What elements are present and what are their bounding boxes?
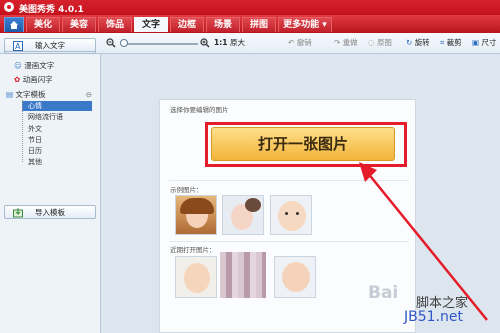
recent-thumb-1[interactable] xyxy=(175,256,217,298)
rotate-label: 旋转 xyxy=(414,38,430,47)
text-input-icon: A xyxy=(13,41,23,51)
import-template-button[interactable]: 导入模板 xyxy=(4,205,96,219)
zoom-out-icon[interactable] xyxy=(106,38,116,48)
template-item-mood[interactable]: 心情 xyxy=(22,101,92,111)
animated-text-label: 动画闪字 xyxy=(22,75,53,84)
zoom-ratio[interactable]: 1:1 xyxy=(214,37,227,49)
tab-beautify[interactable]: 美化 xyxy=(26,17,60,32)
animated-text-link[interactable]: ✿ 动画闪字 xyxy=(14,74,53,85)
main-tab-bar: 美化 美容 饰品 文字 边框 场景 拼图 更多功能 ▾ xyxy=(0,15,500,33)
tree-line xyxy=(22,100,24,162)
tab-text[interactable]: 文字 xyxy=(134,17,168,32)
example-thumb-3[interactable] xyxy=(270,195,312,235)
undo-label: 撤销 xyxy=(296,38,312,47)
original-image-button[interactable]: ◌ 原图 xyxy=(368,37,392,49)
tab-border[interactable]: 边框 xyxy=(170,17,204,32)
import-icon xyxy=(13,208,23,218)
template-item-foreign[interactable]: 外文 xyxy=(28,124,42,134)
open-image-button[interactable]: 打开一张图片 xyxy=(211,127,395,161)
zoom-slider-handle[interactable] xyxy=(120,39,128,47)
comic-text-label: 漫画文字 xyxy=(24,61,55,70)
tab-home[interactable] xyxy=(4,17,24,32)
comic-text-link[interactable]: ☺ 漫画文字 xyxy=(14,60,54,71)
input-text-label: 输入文字 xyxy=(35,41,65,50)
redo-button[interactable]: ↷ 重做 xyxy=(334,37,358,49)
tab-more-functions[interactable]: 更多功能 ▾ xyxy=(278,17,332,32)
crop-icon: ⌗ xyxy=(440,38,445,47)
import-template-label: 导入模板 xyxy=(35,208,65,217)
undo-icon: ↶ xyxy=(288,38,295,47)
home-icon xyxy=(10,21,18,29)
zoom-slider-track[interactable] xyxy=(122,43,198,45)
template-item-other[interactable]: 其他 xyxy=(28,157,42,167)
redo-icon: ↷ xyxy=(334,38,341,47)
resize-icon: ▣ xyxy=(472,38,480,47)
example-thumb-1[interactable] xyxy=(175,195,217,235)
text-template-icon: ▤ xyxy=(6,90,14,99)
example-thumb-2[interactable] xyxy=(222,195,264,235)
undo-button[interactable]: ↶ 撤销 xyxy=(288,37,312,49)
resize-button[interactable]: ▣ 尺寸 xyxy=(472,37,496,49)
comic-text-icon: ☺ xyxy=(14,61,22,70)
recent-thumb-2[interactable] xyxy=(220,252,266,298)
select-image-prompt: 选择你要编辑的图片 xyxy=(170,106,229,114)
animated-text-icon: ✿ xyxy=(14,75,21,84)
template-item-festival[interactable]: 节日 xyxy=(28,135,42,145)
text-template-label: 文字模板 xyxy=(15,90,46,99)
baidu-watermark: Bai xyxy=(368,283,399,303)
site-watermark-url: JB51.net xyxy=(404,309,463,325)
collapse-icon[interactable]: ⊖ xyxy=(86,89,92,100)
app-logo-icon xyxy=(4,2,14,12)
input-text-button[interactable]: A 输入文字 xyxy=(4,38,96,52)
rotate-icon: ↻ xyxy=(406,38,413,47)
svg-text:A: A xyxy=(15,42,21,51)
zoom-in-icon[interactable] xyxy=(200,38,210,48)
rotate-button[interactable]: ↻ 旋转 xyxy=(406,37,430,49)
examples-label: 示例图片： xyxy=(170,186,203,194)
original-image-label: 原图 xyxy=(376,38,392,47)
text-template-header[interactable]: ▤ 文字模板 ⊖ xyxy=(6,89,92,100)
recent-thumb-3[interactable] xyxy=(274,256,316,298)
tab-collage[interactable]: 拼图 xyxy=(242,17,276,32)
recent-images-label: 近期打开图片： xyxy=(170,246,216,254)
redo-label: 重做 xyxy=(342,38,358,47)
window-title: 美图秀秀 4.0.1 xyxy=(19,5,84,15)
resize-label: 尺寸 xyxy=(481,38,497,47)
tab-accessories[interactable]: 饰品 xyxy=(98,17,132,32)
crop-button[interactable]: ⌗ 裁剪 xyxy=(440,37,462,49)
template-item-calendar[interactable]: 日历 xyxy=(28,146,42,156)
tab-beauty[interactable]: 美容 xyxy=(62,17,96,32)
tab-scene[interactable]: 场景 xyxy=(206,17,240,32)
original-image-icon: ◌ xyxy=(368,38,375,47)
template-item-internet-slang[interactable]: 网络流行语 xyxy=(28,112,63,122)
crop-label: 裁剪 xyxy=(446,38,462,47)
title-bar: 美图秀秀 4.0.1 xyxy=(0,0,500,15)
original-size-button[interactable]: 原大 xyxy=(230,37,245,49)
